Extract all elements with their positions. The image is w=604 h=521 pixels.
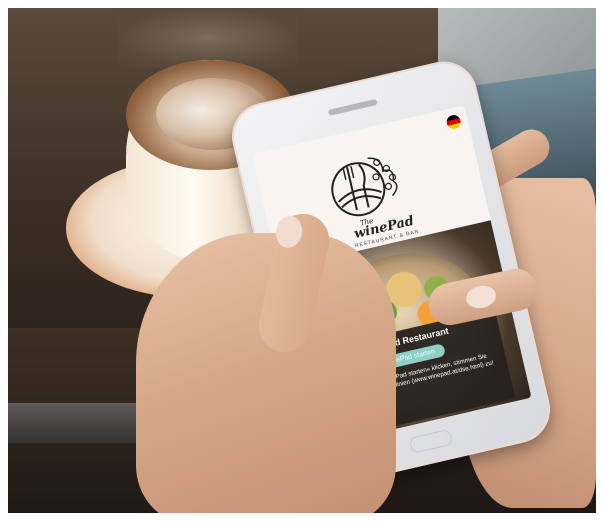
left-hand — [136, 233, 396, 513]
phone-speaker — [327, 98, 378, 116]
photo-background: The winePad RESTAURANT & BAR winePad Res… — [8, 8, 596, 513]
germany-flag-icon[interactable] — [444, 112, 464, 132]
blurred-glass — [118, 8, 298, 68]
phone-home-button — [408, 428, 454, 454]
